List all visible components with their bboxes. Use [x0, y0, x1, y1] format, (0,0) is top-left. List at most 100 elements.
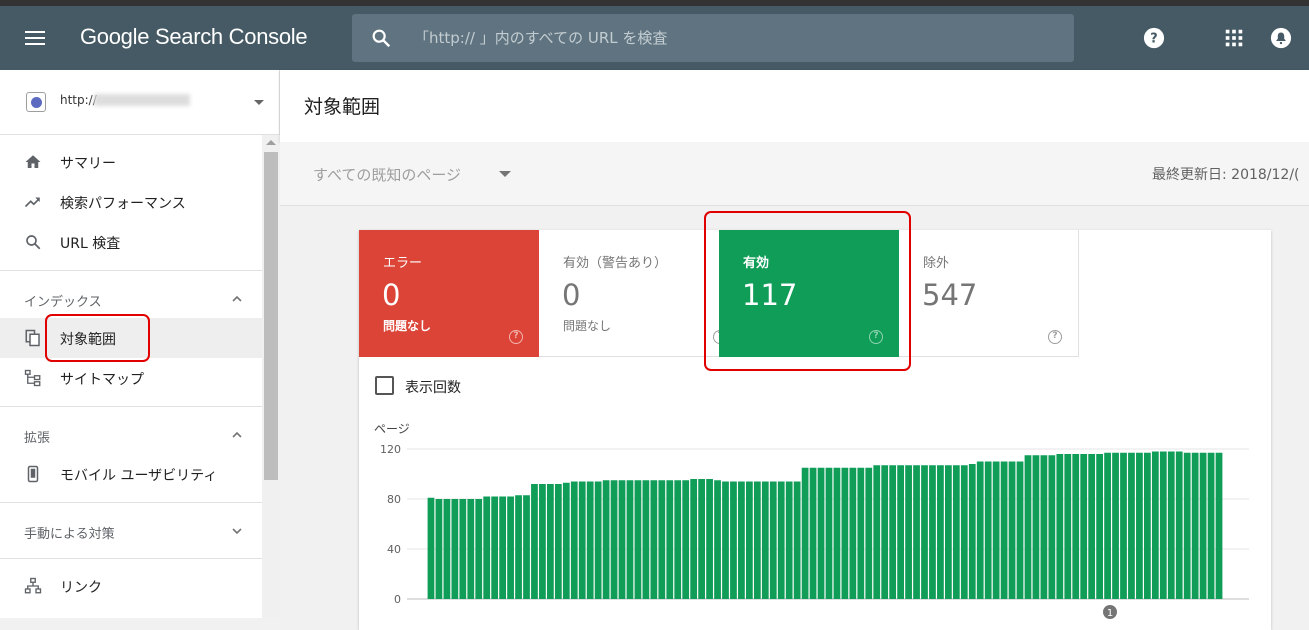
chart-bar[interactable] [881, 465, 889, 599]
chart-bar[interactable] [945, 465, 952, 599]
help-icon[interactable]: ? [509, 330, 523, 344]
chart-bar[interactable] [1128, 452, 1135, 599]
chart-bar[interactable] [833, 467, 841, 599]
status-tile-error[interactable]: エラー 0 問題なし ? [359, 230, 539, 357]
chart-bar[interactable] [1167, 451, 1175, 600]
chart-bar[interactable] [801, 467, 809, 599]
chart-bar[interactable] [1136, 452, 1143, 599]
chart-bar[interactable] [499, 496, 506, 600]
scroll-up-arrow-icon[interactable] [266, 140, 276, 145]
menu-icon[interactable] [25, 31, 45, 45]
chart-bar[interactable] [1088, 454, 1096, 599]
chart-bar[interactable] [523, 495, 530, 599]
chart-bar[interactable] [769, 481, 777, 600]
chart-bar[interactable] [1215, 452, 1223, 599]
chart-bar[interactable] [483, 496, 491, 600]
chart-bar[interactable] [1191, 452, 1199, 599]
chart-bar[interactable] [658, 480, 666, 599]
chart-bar[interactable] [1175, 451, 1183, 600]
chart-bar[interactable] [746, 481, 753, 600]
chart-bar[interactable] [610, 480, 618, 599]
chart-bar[interactable] [857, 467, 865, 599]
section-header-index[interactable]: インデックス [24, 291, 102, 310]
section-header-manual-actions[interactable]: 手動による対策 [24, 523, 115, 542]
chart-bar[interactable] [1024, 455, 1032, 599]
chart-bar[interactable] [634, 480, 642, 599]
chart-bar[interactable] [507, 496, 514, 600]
chart-bar[interactable] [475, 499, 483, 599]
chart-bar[interactable] [905, 465, 912, 599]
chart-bar[interactable] [761, 481, 769, 600]
chart-bar[interactable] [547, 484, 554, 599]
chart-bar[interactable] [1040, 455, 1048, 599]
chart-bar[interactable] [825, 467, 833, 599]
notifications-icon[interactable] [1270, 27, 1292, 49]
url-inspect-search-input[interactable]: 「http:// 」内のすべての URL を検査 [352, 14, 1074, 62]
chart-bar[interactable] [1064, 454, 1072, 599]
chart-bar[interactable] [650, 480, 658, 599]
chart-bar[interactable] [1120, 452, 1127, 599]
chart-bar[interactable] [626, 480, 634, 599]
status-tile-valid-with-warnings[interactable]: 有効（警告あり） 0 問題なし ? [539, 230, 727, 357]
chevron-up-icon[interactable] [231, 293, 243, 305]
chart-bar[interactable] [698, 479, 705, 599]
chart-bar[interactable] [714, 480, 721, 599]
chart-bar[interactable] [1056, 454, 1064, 599]
help-icon[interactable]: ? [1143, 27, 1165, 49]
chart-bar[interactable] [1151, 451, 1159, 600]
chevron-down-icon[interactable] [231, 525, 243, 537]
chart-bar[interactable] [753, 481, 761, 600]
property-selector[interactable]: http:// [0, 70, 280, 135]
chart-bar[interactable] [889, 465, 897, 599]
chart-bar[interactable] [467, 499, 475, 599]
chart-bar[interactable] [984, 461, 992, 600]
chart-bar[interactable] [1207, 452, 1215, 599]
status-tile-excluded[interactable]: 除外 547 ? [899, 230, 1079, 357]
chart-bar[interactable] [1016, 461, 1024, 600]
apps-grid-icon[interactable] [1223, 27, 1245, 49]
chart-bar[interactable] [1080, 454, 1088, 599]
chart-bar[interactable] [809, 467, 817, 599]
chart-bar[interactable] [897, 465, 904, 599]
chart-bar[interactable] [793, 481, 801, 600]
chart-bar[interactable] [618, 480, 626, 599]
chart-bar[interactable] [738, 481, 745, 600]
chart-bar[interactable] [1096, 454, 1103, 599]
chart-bar[interactable] [1104, 452, 1111, 599]
chart-bar[interactable] [1199, 452, 1207, 599]
chart-bar[interactable] [690, 479, 698, 599]
chart-bar[interactable] [1032, 455, 1040, 599]
chart-bar[interactable] [491, 496, 499, 600]
impressions-checkbox[interactable] [375, 376, 394, 395]
chart-bar[interactable] [706, 479, 713, 599]
chart-bar[interactable] [459, 499, 467, 599]
chart-bar[interactable] [952, 465, 960, 599]
chart-bar[interactable] [841, 467, 849, 599]
chart-bar[interactable] [1072, 454, 1080, 599]
chart-annotation-marker[interactable] [1103, 605, 1117, 619]
chart-bar[interactable] [817, 467, 825, 599]
chart-bar[interactable] [913, 465, 920, 599]
app-logo[interactable]: Google Search Console [80, 24, 308, 50]
chart-bar[interactable] [602, 480, 610, 599]
chart-bar[interactable] [968, 464, 976, 599]
page-filter-dropdown[interactable]: すべての既知のページ [313, 164, 461, 185]
chart-bar[interactable] [722, 481, 729, 600]
sidebar-item-mobile-usability[interactable]: モバイル ユーザビリティ [0, 454, 262, 494]
chart-bar[interactable] [1000, 461, 1008, 600]
chevron-up-icon[interactable] [231, 429, 243, 441]
chart-bar[interactable] [1048, 455, 1056, 599]
sidebar-item-links[interactable]: リンク [0, 566, 262, 606]
chart-bar[interactable] [730, 481, 737, 600]
sidebar-item-performance[interactable]: 検索パフォーマンス [0, 182, 262, 222]
chart-bar[interactable] [960, 465, 968, 599]
chart-bar[interactable] [642, 480, 650, 599]
chart-bar[interactable] [427, 497, 435, 599]
chart-bar[interactable] [578, 481, 586, 600]
chart-bar[interactable] [785, 481, 793, 600]
sidebar-item-url-inspection[interactable]: URL 検査 [0, 222, 262, 262]
chart-bar[interactable] [1144, 452, 1151, 599]
chart-bar[interactable] [531, 484, 538, 599]
chart-bar[interactable] [921, 465, 928, 599]
dropdown-arrow-icon[interactable] [499, 171, 511, 177]
